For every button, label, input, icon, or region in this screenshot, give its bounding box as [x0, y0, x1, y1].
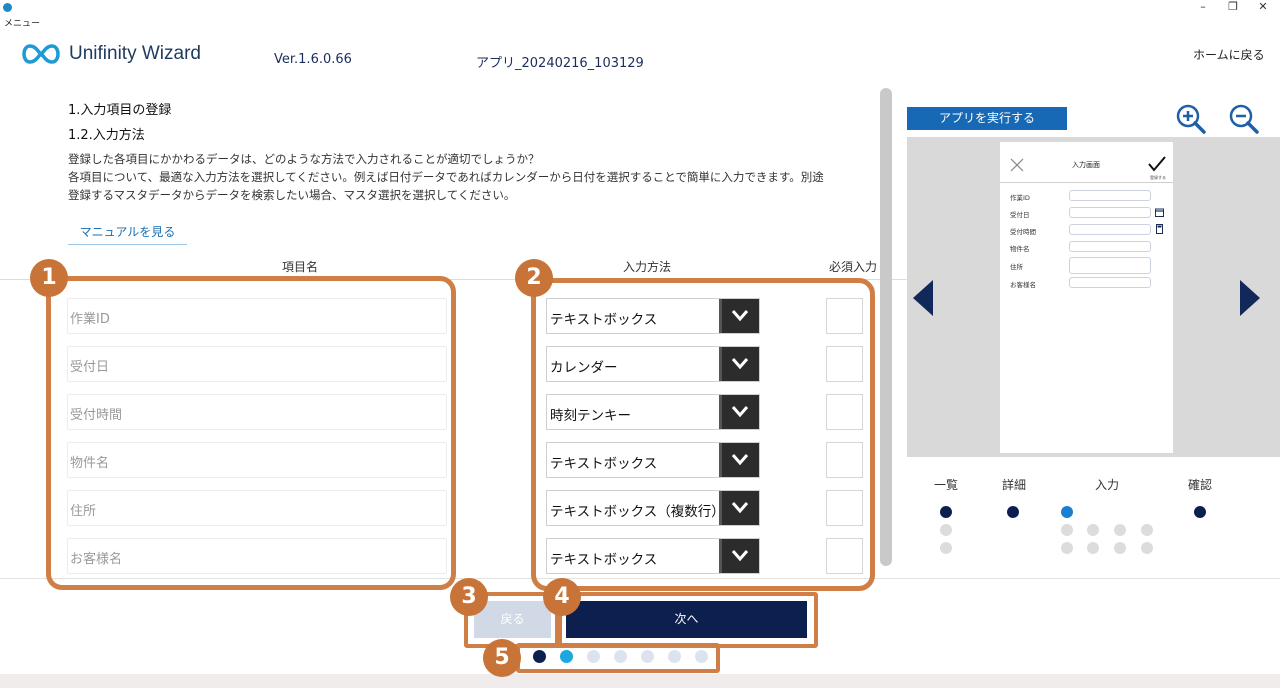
flow-label-input: 入力 — [1095, 478, 1120, 492]
callout-badge-4: 4 — [543, 578, 581, 616]
flow-screen-dot[interactable] — [1141, 524, 1153, 536]
flow-label-confirm: 確認 — [1188, 478, 1213, 492]
preview-field-input — [1069, 190, 1151, 201]
flow-screen-dot[interactable] — [1087, 524, 1099, 536]
flow-screen-dot[interactable] — [1087, 542, 1099, 554]
previous-screen-arrow-icon[interactable] — [913, 280, 933, 316]
next-screen-arrow-icon[interactable] — [1240, 280, 1260, 316]
flow-screen-dot[interactable] — [1114, 542, 1126, 554]
flow-screen-dot[interactable] — [1114, 524, 1126, 536]
home-link[interactable]: ホームに戻る — [1193, 46, 1265, 63]
scrollbar[interactable] — [880, 88, 892, 566]
callout-badge-1: 1 — [30, 259, 68, 297]
flow-label-list: 一覧 — [934, 478, 959, 492]
callout-frame-1 — [46, 276, 456, 590]
column-header-item-name: 項目名 — [282, 260, 319, 274]
column-header-input-method: 入力方法 — [623, 260, 672, 274]
version-label: Ver.1.6.0.66 — [274, 52, 352, 67]
flow-screen-dot[interactable] — [940, 506, 952, 518]
app-icon — [3, 3, 12, 12]
app-name-label: アプリ_20240216_103129 — [476, 56, 644, 71]
preview-field-label: お客様名 — [1010, 281, 1036, 289]
preview-field-input — [1069, 257, 1151, 274]
run-app-button[interactable]: アプリを実行する — [907, 107, 1067, 130]
zoom-out-icon[interactable] — [1228, 103, 1260, 135]
description-line-1: 登録した各項目にかかわるデータは、どのような方法で入力されることが適切でしょうか… — [68, 152, 540, 166]
flow-screen-dot[interactable] — [940, 542, 952, 554]
brand-name: Unifinity Wizard — [69, 43, 201, 64]
restore-button[interactable]: ❐ — [1218, 0, 1248, 14]
manual-link[interactable]: マニュアルを見る — [68, 222, 187, 245]
preview-field-input — [1069, 277, 1151, 288]
callout-badge-3: 3 — [450, 578, 488, 616]
callout-badge-2: 2 — [515, 259, 553, 297]
step-dot — [533, 650, 546, 663]
flow-screen-dot[interactable] — [940, 524, 952, 536]
close-button[interactable]: ✕ — [1248, 0, 1278, 14]
flow-screen-dot[interactable] — [1061, 542, 1073, 554]
flow-screen-dot[interactable] — [1194, 506, 1206, 518]
preview-field-label: 受付時間 — [1010, 228, 1036, 236]
preview-field-label: 作業ID — [1010, 194, 1030, 202]
preview-field-input — [1069, 241, 1151, 252]
preview-screen — [1000, 142, 1173, 453]
callout-badge-5: 5 — [483, 639, 521, 677]
check-icon — [1148, 156, 1166, 172]
description-line-3: 登録するマスタデータからデータを検索したい場合、マスタ選択を選択してください。 — [68, 188, 516, 202]
flow-screen-dot[interactable] — [1061, 524, 1073, 536]
preview-field-label: 受付日 — [1010, 211, 1030, 219]
flow-label-detail: 詳細 — [1002, 478, 1027, 492]
calendar-icon — [1155, 208, 1164, 217]
close-icon — [1010, 158, 1024, 172]
step-dot — [695, 650, 708, 663]
preview-submit-label: 登録する — [1150, 175, 1166, 180]
unifinity-logo-icon — [22, 44, 60, 64]
keypad-icon — [1156, 224, 1163, 234]
flow-screen-dot-current[interactable] — [1061, 506, 1073, 518]
footer-strip — [0, 674, 1280, 688]
step-dot — [560, 650, 573, 663]
preview-field-label: 物件名 — [1010, 245, 1030, 253]
callout-frame-2 — [531, 278, 875, 591]
description-line-2: 各項目について、最適な入力方法を選択してください。例えば日付データであればカレン… — [68, 170, 824, 184]
preview-field-input — [1069, 207, 1151, 218]
step-dot — [587, 650, 600, 663]
preview-screen-title: 入力画面 — [1072, 161, 1100, 169]
step-dot — [641, 650, 654, 663]
step-dot — [668, 650, 681, 663]
flow-screen-dot[interactable] — [1141, 542, 1153, 554]
preview-field-input — [1069, 224, 1151, 235]
section-heading: 1.入力項目の登録 — [68, 103, 172, 118]
step-dot — [614, 650, 627, 663]
window-titlebar: メニュー – ❐ ✕ — [0, 0, 1280, 29]
preview-field-label: 住所 — [1010, 263, 1023, 271]
column-header-required: 必須入力 — [829, 260, 878, 274]
callout-frame-4 — [555, 592, 818, 648]
minimize-button[interactable]: – — [1188, 0, 1218, 14]
flow-screen-dot[interactable] — [1007, 506, 1019, 518]
zoom-in-icon[interactable] — [1175, 103, 1207, 135]
window-title: メニュー — [4, 19, 41, 29]
subsection-heading: 1.2.入力方法 — [68, 128, 145, 143]
